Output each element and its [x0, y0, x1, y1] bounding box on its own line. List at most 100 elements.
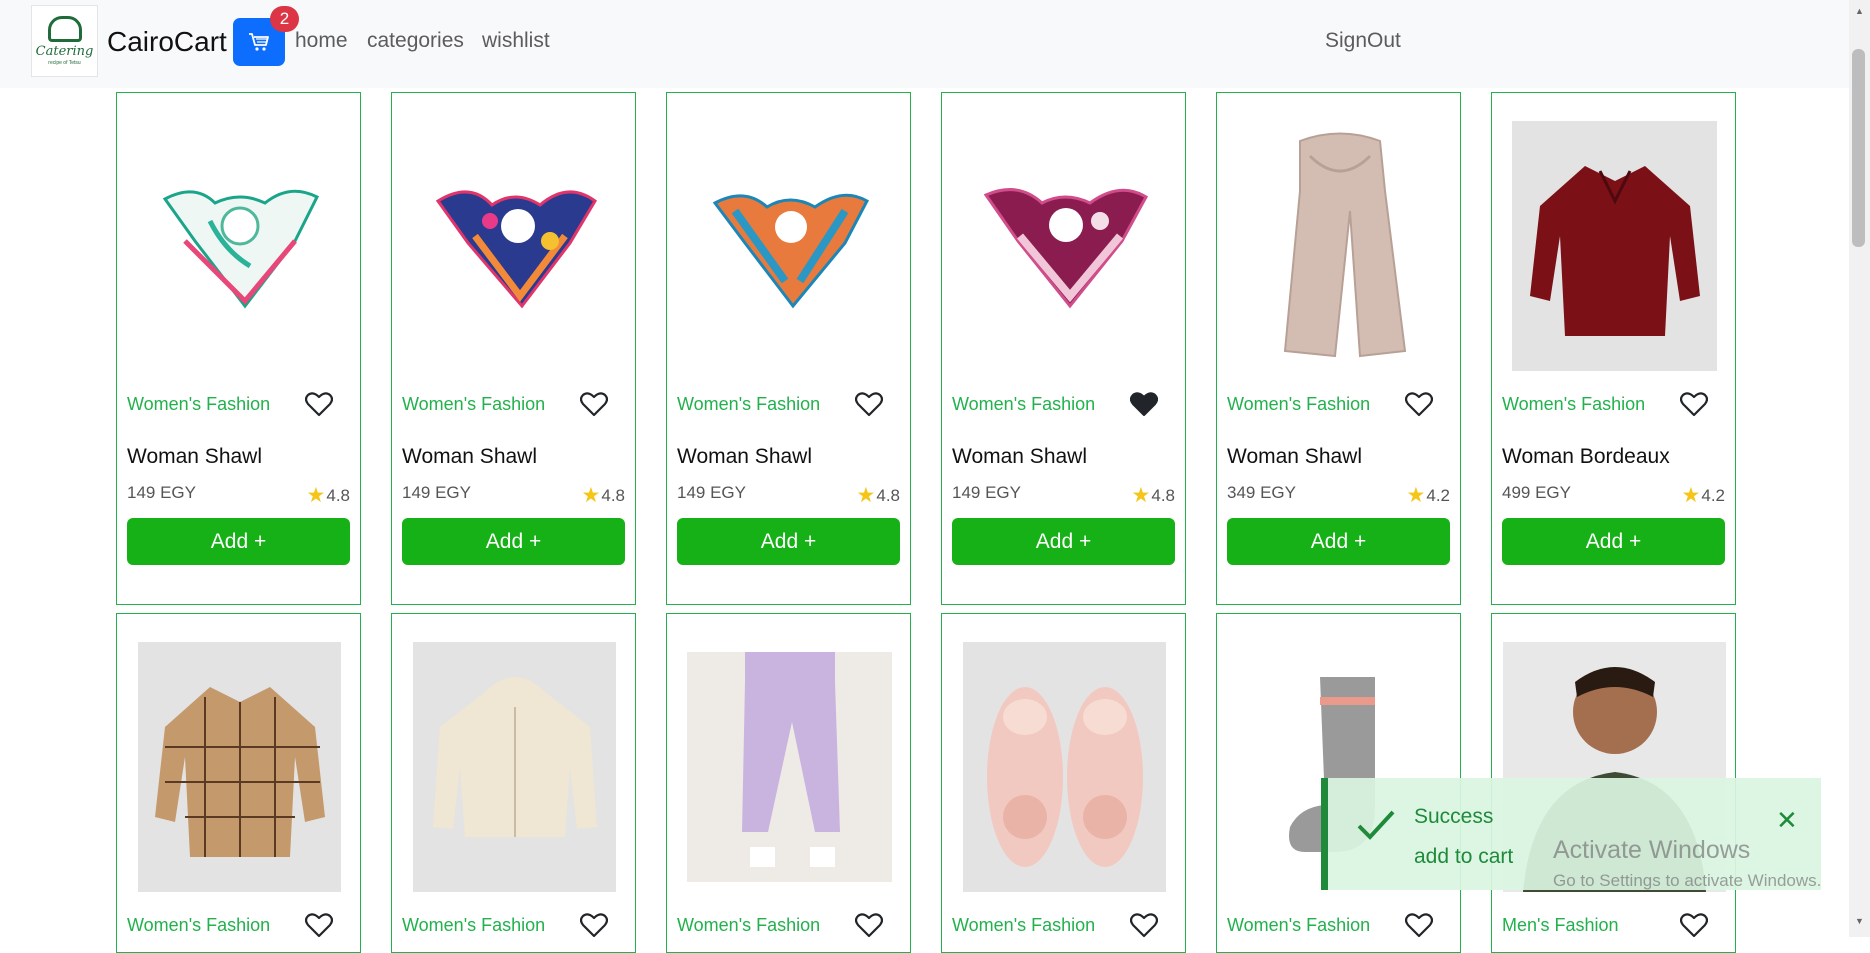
brand-name[interactable]: CairoCart: [107, 26, 227, 58]
heart-icon[interactable]: [1129, 912, 1159, 938]
product-rating: ★ 4.8: [1132, 485, 1175, 506]
product-rating: ★ 4.8: [307, 485, 350, 506]
product-image-frame[interactable]: [962, 642, 1167, 892]
rating-value: 4.8: [1151, 485, 1175, 505]
nav-home-link[interactable]: home: [295, 29, 348, 53]
signout-link[interactable]: SignOut: [1325, 29, 1401, 53]
star-icon: ★: [581, 484, 601, 507]
scroll-down-icon[interactable]: ▼: [1855, 916, 1864, 926]
chef-hat-icon: [47, 16, 82, 42]
product-title: Woman Shawl: [952, 445, 1088, 468]
product-image-frame[interactable]: [412, 642, 617, 892]
heart-filled-icon[interactable]: [1129, 391, 1159, 417]
product-image: [435, 190, 597, 309]
rating-value: 4.2: [1426, 485, 1450, 505]
product-image-frame[interactable]: [137, 642, 342, 892]
product-category: Women's Fashion: [952, 915, 1096, 935]
navbar: Catering recipe of Tetsu CairoCart 2 hom…: [0, 0, 1849, 88]
heart-icon[interactable]: [579, 912, 609, 938]
check-icon: [1357, 810, 1395, 840]
product-card[interactable]: Women's Fashion Woman Bordeaux 499 EGY ★ 4.2…: [1491, 92, 1736, 605]
product-category: Women's Fashion: [677, 394, 821, 414]
product-card[interactable]: Women's Fashion: [391, 613, 636, 953]
star-icon: ★: [306, 484, 326, 507]
heart-icon[interactable]: [304, 391, 334, 417]
product-image: [712, 193, 869, 309]
windows-activation-watermark: Activate Windows Go to Settings to activ…: [1553, 836, 1821, 891]
product-rating: ★ 4.2: [1407, 485, 1450, 506]
rating-value: 4.8: [326, 485, 350, 505]
watermark-title: Activate Windows: [1553, 836, 1751, 864]
product-image: [983, 188, 1148, 309]
product-title: Woman Shawl: [127, 445, 263, 468]
heart-icon[interactable]: [1679, 912, 1709, 938]
product-card[interactable]: Women's Fashion: [116, 613, 361, 953]
product-category: Women's Fashion: [127, 394, 271, 414]
product-category: Women's Fashion: [1502, 394, 1646, 414]
watermark-subtitle: Go to Settings to activate Windows.: [1553, 871, 1822, 890]
heart-icon[interactable]: [854, 912, 884, 938]
star-icon: ★: [1406, 484, 1426, 507]
product-category: Men's Fashion: [1502, 915, 1619, 935]
product-category: Women's Fashion: [127, 915, 271, 935]
product-price: 149 EGY: [402, 483, 471, 502]
heart-icon[interactable]: [579, 391, 609, 417]
scroll-up-icon[interactable]: ▲: [1855, 6, 1864, 16]
product-card[interactable]: Women's Fashion Woman Shawl 149 EGY ★ 4.8 Add…: [941, 92, 1186, 605]
product-category: Women's Fashion: [1227, 915, 1371, 935]
product-image: [138, 642, 341, 892]
product-title: Woman Bordeaux: [1502, 445, 1670, 468]
product-image: [413, 642, 616, 892]
star-icon: ★: [856, 484, 876, 507]
product-price: 149 EGY: [952, 483, 1021, 502]
product-rating: ★ 4.2: [1682, 485, 1725, 506]
nav-wishlist-link[interactable]: wishlist: [482, 29, 550, 53]
scrollbar-thumb[interactable]: [1852, 49, 1865, 247]
product-card[interactable]: Women's Fashion: [941, 613, 1186, 953]
product-title: Woman Shawl: [677, 445, 813, 468]
product-image-frame[interactable]: [412, 121, 617, 371]
nav-categories-link[interactable]: categories: [367, 29, 464, 53]
product-card[interactable]: Women's Fashion: [666, 613, 911, 953]
star-icon: ★: [1681, 484, 1701, 507]
product-image-frame[interactable]: [1512, 121, 1717, 371]
heart-icon[interactable]: [304, 912, 334, 938]
rating-value: 4.2: [1701, 485, 1725, 505]
heart-icon[interactable]: [1679, 391, 1709, 417]
heart-icon[interactable]: [1404, 391, 1434, 417]
star-icon: ★: [1131, 484, 1151, 507]
add-to-cart-button[interactable]: Add +: [402, 518, 625, 565]
cart-icon: [249, 33, 269, 51]
product-image-frame[interactable]: [687, 642, 892, 892]
product-image-frame[interactable]: [1237, 121, 1442, 371]
add-to-cart-button[interactable]: Add +: [1227, 518, 1450, 565]
product-card[interactable]: Women's Fashion Woman Shawl 349 EGY ★ 4.2 Add…: [1216, 92, 1461, 605]
toast-title: Success: [1414, 805, 1494, 828]
product-title: Woman Shawl: [402, 445, 538, 468]
product-image: [1283, 132, 1406, 358]
heart-icon[interactable]: [854, 391, 884, 417]
product-title: Woman Shawl: [1227, 445, 1363, 468]
close-icon[interactable]: ✕: [1776, 805, 1798, 836]
product-image-frame[interactable]: [962, 121, 1167, 371]
product-card[interactable]: Women's Fashion Woman Shawl 149 EGY ★ 4.8 Add…: [116, 92, 361, 605]
product-category: Women's Fashion: [1227, 394, 1371, 414]
logo-subtext: recipe of Tetsu: [48, 60, 81, 66]
add-to-cart-button[interactable]: Add +: [1502, 518, 1725, 565]
product-price: 499 EGY: [1502, 483, 1571, 502]
heart-icon[interactable]: [1404, 912, 1434, 938]
add-to-cart-button[interactable]: Add +: [952, 518, 1175, 565]
product-image: [1512, 121, 1717, 371]
logo[interactable]: Catering recipe of Tetsu: [31, 5, 98, 77]
product-category: Women's Fashion: [402, 915, 546, 935]
product-card[interactable]: Women's Fashion Woman Shawl 149 EGY ★ 4.8 Add…: [666, 92, 911, 605]
rating-value: 4.8: [876, 485, 900, 505]
product-rating: ★ 4.8: [857, 485, 900, 506]
add-to-cart-button[interactable]: Add +: [677, 518, 900, 565]
logo-text: Catering: [35, 44, 94, 59]
product-category: Women's Fashion: [677, 915, 821, 935]
product-card[interactable]: Women's Fashion Woman Shawl 149 EGY ★ 4.8 Add…: [391, 92, 636, 605]
product-image-frame[interactable]: [687, 121, 892, 371]
add-to-cart-button[interactable]: Add +: [127, 518, 350, 565]
product-image-frame[interactable]: [137, 121, 342, 371]
